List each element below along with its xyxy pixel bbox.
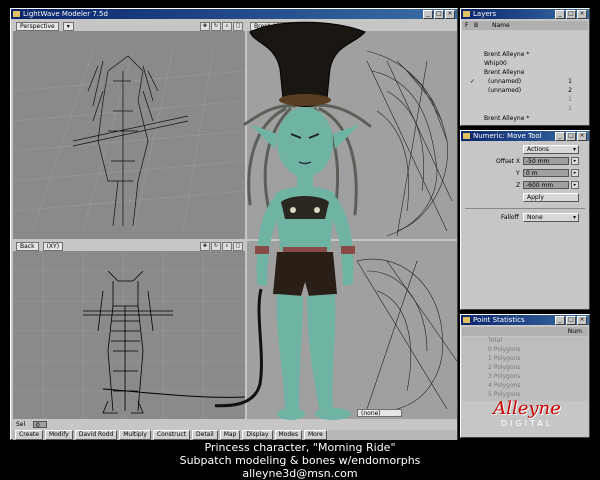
- chevron-down-icon[interactable]: ▾: [62, 21, 74, 31]
- table-row[interactable]: 4 Polygons: [488, 382, 520, 390]
- falloff-label: Falloff: [501, 214, 519, 221]
- table-row[interactable]: 3 Polygons: [488, 373, 520, 381]
- list-item[interactable]: 1: [462, 96, 588, 104]
- apply-button[interactable]: Apply: [523, 193, 579, 202]
- statistics-panel: Point Statistics _ □ × Num Total 0 Polyg…: [460, 314, 590, 438]
- modeler-title: LightWave Modeler 7.5d: [23, 10, 108, 18]
- view-type-dropdown[interactable]: Back: [16, 241, 39, 251]
- check-icon[interactable]: ✓: [470, 78, 475, 86]
- layers-list: Brent Alleyne * Whip00 Brent Alleyne ✓ (u…: [462, 31, 588, 125]
- lightwave-icon: [463, 11, 470, 17]
- viewport-perspective[interactable]: Perspective ▾ ✥ ↻ ⌕ □: [13, 21, 245, 239]
- minimize-icon[interactable]: _: [423, 10, 433, 19]
- list-item[interactable]: Brent Alleyne *: [462, 115, 588, 123]
- logo-brand: Alleyne: [493, 398, 561, 419]
- minimize-icon[interactable]: _: [555, 316, 565, 325]
- minimize-icon[interactable]: _: [555, 10, 565, 19]
- lightwave-icon: [463, 133, 470, 139]
- col-f[interactable]: F: [465, 21, 468, 30]
- caption-line-3: alleyne3d@msn.com: [242, 467, 358, 480]
- view-type-dropdown[interactable]: Perspective: [16, 21, 59, 31]
- sel-field[interactable]: 0: [33, 421, 47, 429]
- layers-panel: Layers _ □ × F B Name Brent Alleyne * Wh…: [460, 8, 590, 126]
- chevron-right-icon[interactable]: ▸: [571, 181, 579, 189]
- princess-character-render: [215, 21, 372, 420]
- logo-sub: DIGITAL: [500, 419, 554, 428]
- minimize-icon[interactable]: _: [555, 132, 565, 141]
- maximize-icon[interactable]: □: [566, 132, 576, 141]
- stats-list: Total 0 Polygons 1 Polygons 2 Polygons 3…: [462, 337, 588, 401]
- y-field[interactable]: 0 m: [523, 169, 569, 177]
- viewport-header: Back (XY) ✥ ↻ ⌕ □: [13, 241, 245, 251]
- z-field[interactable]: -600 mm: [523, 181, 569, 189]
- panel-divider: [465, 208, 585, 209]
- sel-label: Sel: [16, 421, 26, 428]
- col-b[interactable]: B: [474, 21, 478, 30]
- caption: Princess character, "Morning Ride" Subpa…: [0, 441, 600, 480]
- chevron-right-icon[interactable]: ▸: [571, 169, 579, 177]
- list-item[interactable]: Whip00: [462, 60, 588, 68]
- close-icon[interactable]: ×: [577, 132, 587, 141]
- list-item[interactable]: Brent Alleyne: [462, 69, 588, 77]
- maximize-icon[interactable]: □: [566, 10, 576, 19]
- chevron-down-icon: ▾: [572, 214, 576, 221]
- toolbar-detail[interactable]: Detail: [192, 430, 218, 440]
- num-column: Num: [567, 328, 582, 335]
- caption-line-2: Subpatch modeling & bones w/endomorphs: [179, 454, 421, 467]
- statistics-titlebar[interactable]: Point Statistics _ □ ×: [461, 315, 589, 325]
- maximize-icon[interactable]: □: [566, 316, 576, 325]
- list-item[interactable]: 1: [462, 105, 588, 113]
- move-view-icon[interactable]: ✥: [200, 241, 210, 251]
- caption-line-1: Princess character, "Morning Ride": [204, 441, 396, 454]
- close-icon[interactable]: ×: [577, 10, 587, 19]
- offset-x-field[interactable]: -50 mm: [523, 157, 569, 165]
- statistics-title: Point Statistics: [473, 316, 525, 324]
- viewport-back[interactable]: Back (XY) ✥ ↻ ⌕ □: [13, 241, 245, 419]
- axis-dropdown[interactable]: (XY): [42, 241, 64, 251]
- table-row[interactable]: 0 Polygons: [488, 346, 520, 354]
- table-row[interactable]: Total: [488, 337, 502, 345]
- chevron-down-icon: ▾: [572, 146, 576, 153]
- close-icon[interactable]: ×: [445, 10, 455, 19]
- numeric-title: Numeric: Move Tool: [473, 132, 542, 140]
- layers-title: Layers: [473, 10, 497, 18]
- chevron-right-icon[interactable]: ▸: [571, 157, 579, 165]
- toolbar-modify[interactable]: Modify: [44, 430, 73, 440]
- back-wireframe: [13, 251, 245, 419]
- toolbar-multiply[interactable]: Multiply: [119, 430, 151, 440]
- toolbar-david-rodd[interactable]: David Rodd: [74, 430, 118, 440]
- selection-bar: Sel 0: [13, 420, 245, 429]
- toolbar-construct[interactable]: Construct: [152, 430, 191, 440]
- lightwave-icon: [463, 317, 470, 323]
- list-item[interactable]: (unnamed) 2: [462, 87, 588, 95]
- col-name[interactable]: Name: [492, 21, 510, 30]
- list-item[interactable]: Brent Alleyne *: [462, 51, 588, 59]
- toolbar-create[interactable]: Create: [15, 430, 43, 440]
- layers-titlebar[interactable]: Layers _ □ ×: [461, 9, 589, 19]
- actions-dropdown[interactable]: Actions ▾: [523, 145, 579, 154]
- viewport-header: Perspective ▾ ✥ ↻ ⌕ □: [13, 21, 245, 31]
- perspective-wireframe: [13, 50, 245, 232]
- lightwave-icon: [13, 11, 20, 17]
- move-view-icon[interactable]: ✥: [200, 21, 210, 31]
- table-row[interactable]: 2 Polygons: [488, 364, 520, 372]
- table-row[interactable]: 1 Polygons: [488, 355, 520, 363]
- numeric-titlebar[interactable]: Numeric: Move Tool _ □ ×: [461, 131, 589, 141]
- list-item[interactable]: ✓ (unnamed) 1: [462, 78, 588, 86]
- alleyne-logo: Alleyne DIGITAL: [475, 399, 579, 435]
- y-label: Y: [516, 170, 520, 177]
- z-label: Z: [516, 182, 521, 189]
- stats-header: Num: [462, 327, 588, 336]
- numeric-panel: Numeric: Move Tool _ □ × Actions ▾ Offset…: [460, 130, 590, 310]
- maximize-icon[interactable]: □: [434, 10, 444, 19]
- falloff-dropdown[interactable]: None ▾: [523, 213, 579, 222]
- close-icon[interactable]: ×: [577, 316, 587, 325]
- offset-x-label: Offset X: [496, 158, 521, 165]
- layers-header: F B Name: [462, 21, 588, 30]
